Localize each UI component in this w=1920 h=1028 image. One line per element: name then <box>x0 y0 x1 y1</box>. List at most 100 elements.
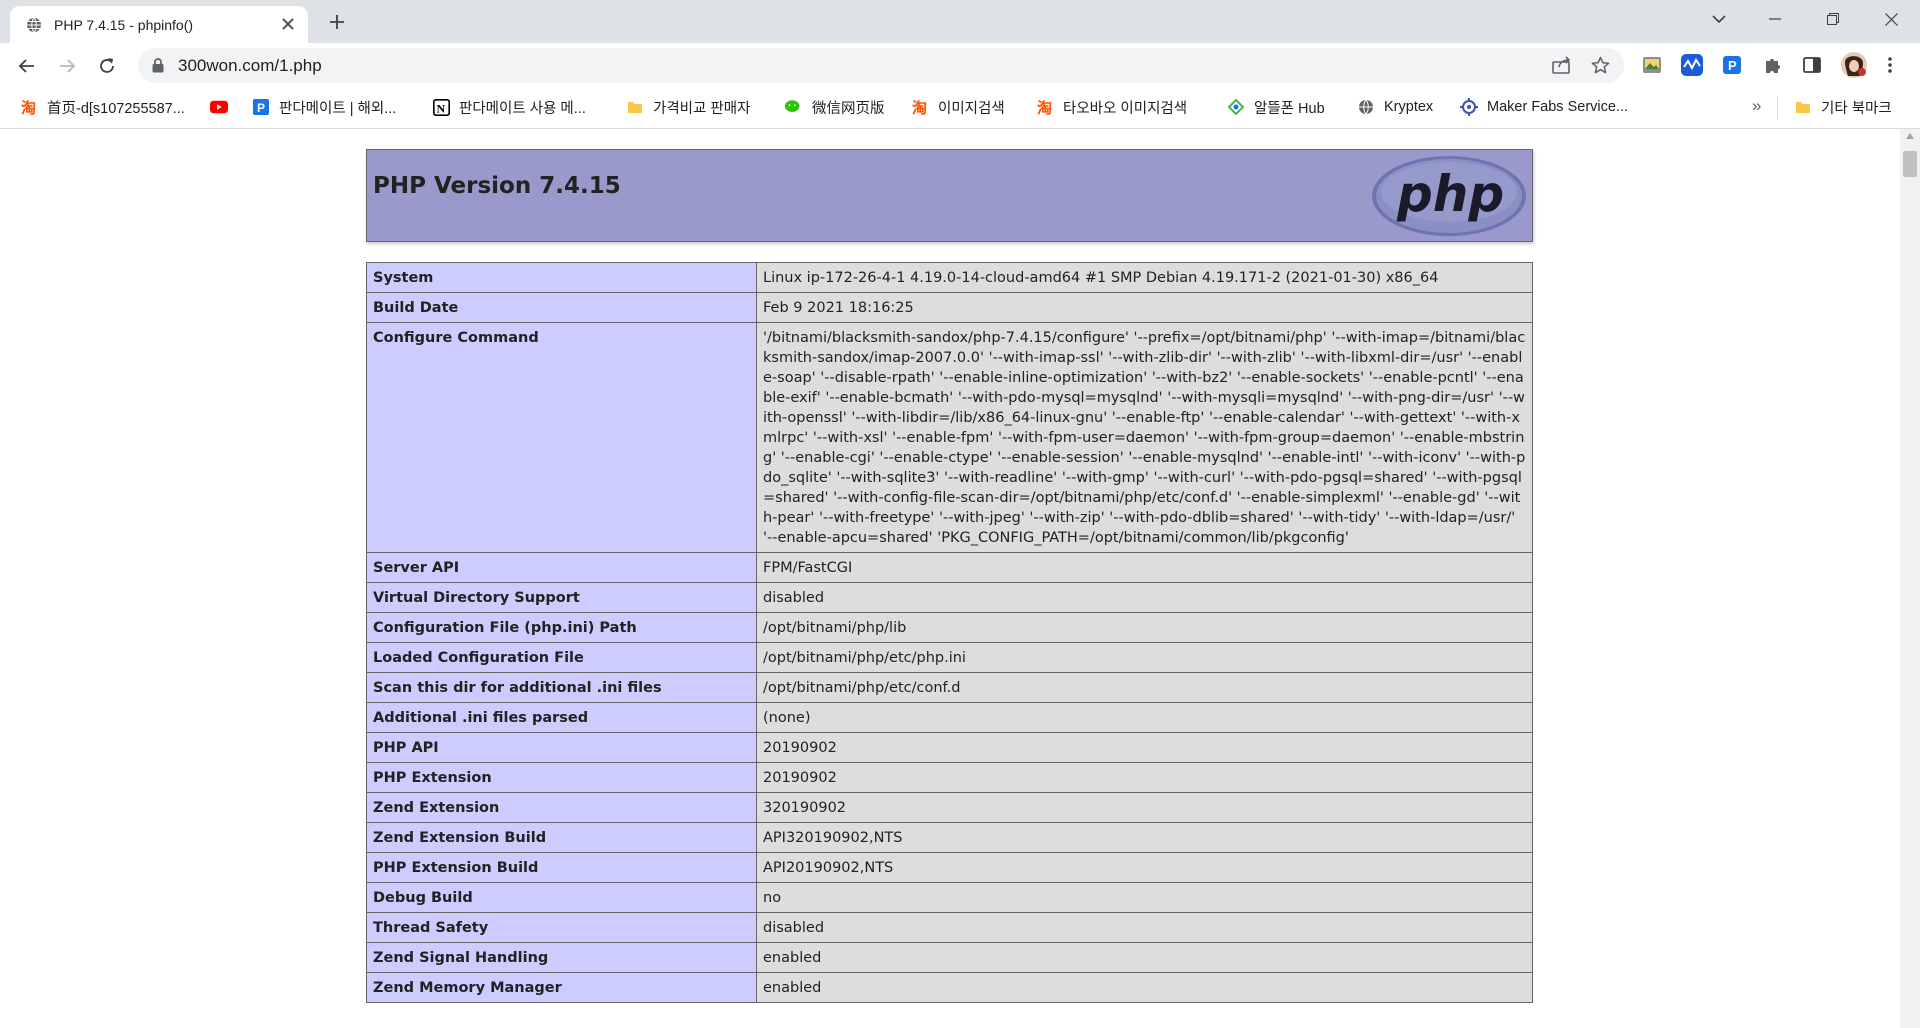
makerfabs-icon <box>1460 98 1478 116</box>
svg-text:php: php <box>1396 165 1504 223</box>
info-key: Scan this dir for additional .ini files <box>366 672 757 703</box>
url-text[interactable]: 300won.com/1.php <box>178 56 322 76</box>
info-row: Additional .ini files parsed (none) <box>366 702 1533 733</box>
info-row: Loaded Configuration File/opt/bitnami/ph… <box>366 642 1533 673</box>
restore-button[interactable] <box>1810 0 1856 38</box>
back-button[interactable] <box>12 51 42 81</box>
side-panel-icon[interactable] <box>1800 53 1824 77</box>
info-value: /opt/bitnami/php/lib <box>756 612 1533 643</box>
svg-text:淘: 淘 <box>21 99 36 115</box>
tab-strip: PHP 7.4.15 - phpinfo() <box>0 0 1920 43</box>
info-row: Zend Extension Build API320190902,NTS <box>366 822 1533 853</box>
wave-extension-icon[interactable] <box>1680 53 1704 77</box>
pandamate-extension-icon[interactable]: P <box>1720 53 1744 77</box>
info-value: 20190902 <box>756 732 1533 763</box>
page-content: PHP Version 7.4.15 php System Linux ip-17… <box>0 129 1900 1028</box>
bookmark-item[interactable]: 알뜰폰 Hub <box>1227 96 1325 118</box>
taobao-icon: 淘 <box>20 98 38 116</box>
info-key: Zend Extension <box>366 792 757 823</box>
info-row: System Linux ip-172-26-4-1 4.19.0-14-clou… <box>366 262 1533 293</box>
svg-text:淘: 淘 <box>912 99 927 115</box>
puzzle-extensions-icon[interactable] <box>1760 53 1784 77</box>
bookmark-item[interactable]: N 판다메이트 사용 메... <box>432 96 586 118</box>
svg-text:P: P <box>1728 58 1737 73</box>
bookmark-item[interactable]: Maker Fabs Service... <box>1460 96 1628 118</box>
bookmark-star-icon[interactable] <box>1591 56 1610 80</box>
tab-search-icon[interactable] <box>1696 0 1742 38</box>
bookmark-item[interactable]: P 판다메이트 | 해외... <box>252 96 396 118</box>
profile-avatar[interactable] <box>1840 51 1868 79</box>
php-logo[interactable]: php <box>1371 155 1527 242</box>
menu-kebab-icon[interactable] <box>1878 53 1902 77</box>
php-version-title: PHP Version 7.4.15 <box>373 173 621 199</box>
info-row: Debug Build no <box>366 882 1533 913</box>
bookmarks-divider <box>1777 96 1778 120</box>
bookmark-item[interactable]: 淘 타오바오 이미지검색 <box>1036 96 1187 118</box>
info-value: enabled <box>756 942 1533 973</box>
info-key: System <box>366 262 757 293</box>
info-key: Loaded Configuration File <box>366 642 757 673</box>
scroll-up-arrow-icon[interactable] <box>1906 133 1914 139</box>
address-bar[interactable]: 300won.com/1.php <box>138 48 1624 83</box>
active-tab[interactable]: PHP 7.4.15 - phpinfo() <box>10 6 308 43</box>
bookmark-item[interactable]: 微信网页版 <box>785 96 885 118</box>
pandamate-icon: P <box>252 98 270 116</box>
info-row: Server API FPM/FastCGI <box>366 552 1533 583</box>
info-row: Zend Memory Manager enabled <box>366 972 1533 1003</box>
info-row: PHP API 20190902 <box>366 732 1533 763</box>
bookmarks-overflow-button[interactable]: » <box>1752 96 1761 116</box>
info-row: Virtual Directory Support disabled <box>366 582 1533 613</box>
bookmark-item[interactable] <box>210 96 228 118</box>
phpinfo-table: System Linux ip-172-26-4-1 4.19.0-14-clou… <box>366 262 1533 1003</box>
bookmark-item[interactable]: 淘 이미지검색 <box>911 96 1005 118</box>
reload-button[interactable] <box>92 51 122 81</box>
hub-icon <box>1227 98 1245 116</box>
bookmark-label: 판다메이트 사용 메... <box>459 100 586 117</box>
browser-toolbar: 300won.com/1.php P <box>0 43 1920 88</box>
share-icon[interactable] <box>1552 56 1572 79</box>
bookmark-label: 타오바오 이미지검색 <box>1063 100 1188 117</box>
info-value: enabled <box>756 972 1533 1003</box>
bookmark-label: 알뜰폰 Hub <box>1254 100 1325 117</box>
folder-icon <box>626 98 644 116</box>
scroll-thumb[interactable] <box>1903 151 1917 177</box>
info-value: 320190902 <box>756 792 1533 823</box>
bookmark-item[interactable]: Kryptex <box>1357 96 1433 118</box>
info-row: Scan this dir for additional .ini files /… <box>366 672 1533 703</box>
bookmark-label: 微信网页版 <box>812 100 885 117</box>
info-value: Linux ip-172-26-4-1 4.19.0-14-cloud-amd6… <box>756 262 1533 293</box>
info-key: Additional .ini files parsed <box>366 702 757 733</box>
wechat-icon <box>785 98 803 116</box>
bookmark-label: Kryptex <box>1384 99 1434 115</box>
info-row: Zend Signal Handling enabled <box>366 942 1533 973</box>
forward-button[interactable] <box>52 51 82 81</box>
minimize-button[interactable] <box>1752 0 1798 38</box>
bookmark-item[interactable]: 가격비교 판매자 <box>626 96 750 118</box>
bookmark-item[interactable]: 淘 首页-d[s107255587... <box>20 96 185 118</box>
info-key: PHP Extension <box>366 762 757 793</box>
image-extension-icon[interactable] <box>1640 53 1664 77</box>
info-key: PHP API <box>366 732 757 763</box>
close-tab-icon[interactable] <box>278 14 298 34</box>
bookmark-label: 가격비교 판매자 <box>653 100 751 117</box>
info-value: '/bitnami/blacksmith-sandox/php-7.4.15/c… <box>756 322 1533 553</box>
bookmarks-bar: 淘 首页-d[s107255587... P 판다메이트 | 해외... N 판… <box>0 88 1920 129</box>
bookmark-label: Maker Fabs Service... <box>1487 99 1629 115</box>
vertical-scrollbar[interactable] <box>1900 129 1920 1028</box>
info-key: Zend Extension Build <box>366 822 757 853</box>
info-key: Zend Signal Handling <box>366 942 757 973</box>
info-value: FPM/FastCGI <box>756 552 1533 583</box>
lock-icon[interactable] <box>152 58 164 78</box>
info-key: Configure Command <box>366 322 757 553</box>
new-tab-button[interactable] <box>324 9 350 35</box>
tab-title: PHP 7.4.15 - phpinfo() <box>54 17 194 33</box>
info-key: Server API <box>366 552 757 583</box>
other-bookmarks-folder[interactable]: 기타 북마크 <box>1794 96 1892 118</box>
close-window-button[interactable] <box>1868 0 1914 38</box>
globe-icon <box>1357 98 1375 116</box>
info-value: 20190902 <box>756 762 1533 793</box>
info-row: Build Date Feb 9 2021 18:16:25 <box>366 292 1533 323</box>
info-value: /opt/bitnami/php/etc/php.ini <box>756 642 1533 673</box>
info-value: (none) <box>756 702 1533 733</box>
php-version-header: PHP Version 7.4.15 php <box>366 149 1533 242</box>
